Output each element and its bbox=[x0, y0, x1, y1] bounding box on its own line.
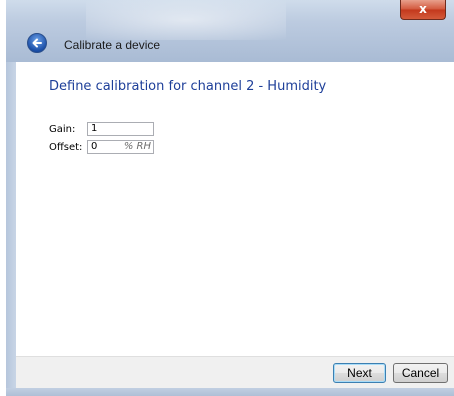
window-title: Calibrate a device bbox=[64, 38, 161, 52]
next-button[interactable]: Next bbox=[333, 363, 386, 383]
offset-value: 0 bbox=[91, 141, 98, 152]
gain-value: 1 bbox=[91, 123, 98, 134]
offset-field[interactable]: 0 % RH bbox=[87, 140, 154, 154]
cancel-button[interactable]: Cancel bbox=[393, 363, 448, 383]
page-heading: Define calibration for channel 2 - Humid… bbox=[49, 79, 327, 94]
command-area: Next Cancel bbox=[16, 356, 454, 388]
back-button[interactable] bbox=[27, 33, 47, 53]
window-frame-bottom bbox=[6, 388, 454, 396]
offset-label: Offset: bbox=[49, 142, 83, 153]
back-arrow-icon bbox=[32, 38, 42, 48]
content-panel: Define calibration for channel 2 - Humid… bbox=[16, 62, 454, 356]
window-frame-left bbox=[6, 62, 16, 396]
gain-field[interactable]: 1 bbox=[87, 122, 154, 136]
title-bar-glow bbox=[86, 0, 286, 40]
offset-unit: % RH bbox=[123, 141, 151, 152]
close-icon: x bbox=[419, 2, 427, 16]
gain-label: Gain: bbox=[49, 124, 76, 135]
wizard-window: x Calibrate a device Define calibration … bbox=[6, 0, 454, 396]
close-button[interactable]: x bbox=[400, 0, 446, 20]
